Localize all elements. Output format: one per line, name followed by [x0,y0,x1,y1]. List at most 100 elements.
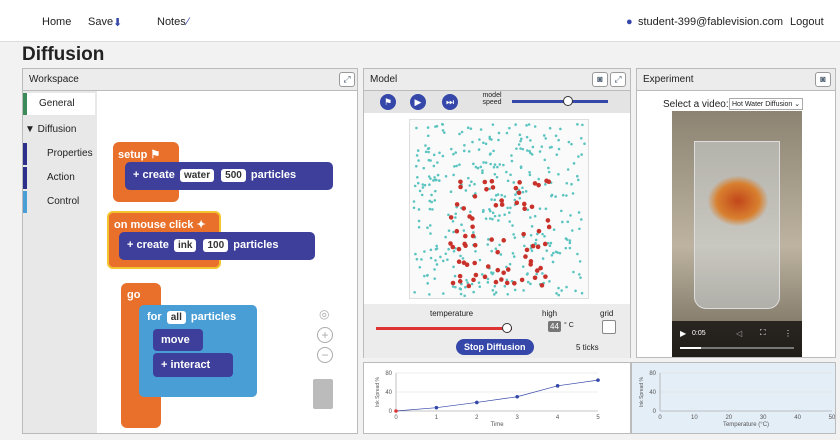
camera-icon[interactable]: ◙ [592,72,608,87]
ink-particle [532,275,538,281]
experiment-video[interactable]: ▶ 0:05 ◁ ⛶ ⋮ [672,111,802,357]
water-particle [472,231,475,234]
temperature-chart-xtick-label: 50 [829,415,835,421]
workspace-title: Workspace [29,74,79,85]
ink-particle [471,277,476,283]
camera-icon[interactable]: ◙ [815,72,831,87]
water-particle [502,163,505,167]
time-chart-xtick-label: 1 [435,415,439,421]
interact-block[interactable]: + interact [153,353,233,377]
temperature-slider[interactable] [376,327,512,330]
water-particle [482,141,485,145]
home-link[interactable]: Home [42,16,71,28]
simulation-canvas[interactable] [409,119,589,299]
fullscreen-icon[interactable]: ⛶ [760,328,766,338]
water-particle [428,199,432,203]
category-control[interactable]: Control [23,191,95,213]
ink-particle [512,281,517,286]
water-particle [469,127,473,131]
ink-dropdown[interactable]: ink [173,239,197,252]
water-particle [583,142,586,146]
water-particle [477,281,481,284]
ink-particle [504,280,510,286]
speed-slider-thumb[interactable] [563,96,573,106]
water-particle [535,272,538,276]
time-chart-xtick-label: 2 [475,415,479,421]
category-general[interactable]: General [23,93,95,115]
water-particle [531,145,535,149]
water-particle [433,268,436,271]
category-action[interactable]: Action [23,167,95,189]
water-count[interactable]: 500 [221,169,246,182]
water-particle [548,126,552,130]
play-icon[interactable]: ▶ [410,94,426,110]
temperature-slider-thumb[interactable] [502,323,512,333]
water-particle [474,249,477,253]
water-particle [479,165,483,169]
pencil-icon[interactable]: ∕ [187,16,189,28]
ink-particle [489,237,494,242]
water-particle [429,159,432,162]
water-particle [538,207,542,210]
ink-particle [536,228,542,234]
water-particle [492,165,496,169]
expand-icon[interactable]: ⤢ [610,72,626,87]
move-block[interactable]: move [153,329,203,351]
water-particle [428,293,431,296]
water-particle [555,153,559,156]
flag-icon[interactable]: ⚑ [380,94,396,110]
ink-count[interactable]: 100 [203,239,229,252]
stop-diffusion-button[interactable]: Stop Diffusion [456,339,534,355]
all-dropdown[interactable]: all [166,311,186,324]
ink-particle [539,283,545,288]
zoom-in-icon[interactable]: + [317,327,333,343]
water-particle [434,189,437,193]
trash-icon[interactable] [313,379,333,409]
zoom-out-icon[interactable]: − [317,347,333,363]
ink-particle [543,274,548,279]
create-ink-block[interactable]: + create ink 100 particles [119,232,315,260]
speed-slider[interactable] [512,100,608,103]
time-chart-xtick-label: 4 [556,415,560,421]
water-particle [417,225,421,229]
temperature-chart-xtick-label: 40 [794,415,801,421]
step-icon[interactable]: ⏭ [442,94,458,110]
water-particle [415,126,418,130]
logout-link[interactable]: Logout [790,16,824,28]
expand-icon[interactable]: ⤢ [339,72,355,87]
ink-particle [493,279,499,285]
water-particle [544,137,548,140]
time-chart-data-point [596,378,600,382]
water-particle [497,131,501,135]
water-particle [449,147,453,151]
grid-checkbox[interactable] [602,320,616,334]
video-select[interactable]: Hot Water Diffusion ⌄ [729,98,804,110]
temperature-chart-y-label: Ink Spread % [639,376,645,407]
save-icon[interactable]: ⬇ [113,16,122,29]
water-particle [416,181,420,185]
center-icon[interactable]: ◎ [319,307,329,321]
water-particle [505,131,509,135]
category-diffusion[interactable]: ▼ Diffusion [23,119,95,141]
video-progress[interactable] [680,347,794,349]
category-properties[interactable]: Properties [23,143,95,165]
water-particle [469,210,472,214]
temperature-value: 44 [548,321,561,332]
water-particle [462,229,466,232]
more-icon[interactable]: ⋮ [784,329,792,338]
water-particle [500,193,503,197]
water-particle [577,273,581,276]
water-dropdown[interactable]: water [179,169,215,182]
video-play-icon[interactable]: ▶ [680,329,686,338]
water-particle [452,249,456,253]
water-particle [434,125,437,128]
create-water-block[interactable]: + create water 500 particles [125,162,333,190]
water-particle [568,241,572,245]
volume-icon[interactable]: ◁ [736,329,742,338]
save-link[interactable]: Save [88,16,113,28]
water-particle [447,213,450,217]
water-particle [525,124,528,127]
temperature-unit: ° C [564,322,574,329]
notes-link[interactable]: Notes [157,16,186,28]
ink-particle [458,179,463,185]
